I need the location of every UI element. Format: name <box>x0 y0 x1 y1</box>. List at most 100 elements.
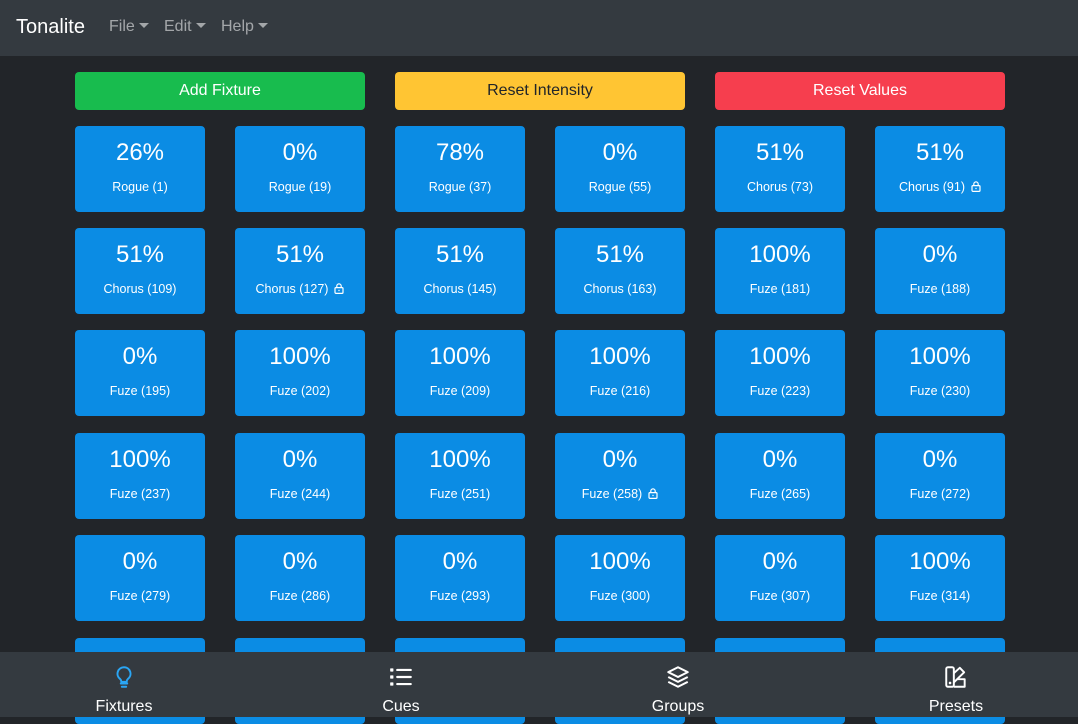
reset-values-button[interactable]: Reset Values <box>715 72 1005 110</box>
fixture-tile[interactable]: 0% Fuze (286) <box>235 535 365 621</box>
fixture-tile[interactable]: 0% Fuze (272) <box>875 433 1005 519</box>
fixture-tile[interactable]: 100% Fuze (230) <box>875 330 1005 416</box>
fixture-name: Fuze (230) <box>875 383 1005 399</box>
add-fixture-button[interactable]: Add Fixture <box>75 72 365 110</box>
fixture-name-label: Fuze (216) <box>589 384 651 398</box>
fixture-tile[interactable]: 100% Fuze (237) <box>75 433 205 519</box>
fixture-tile[interactable]: 100% Fuze (314) <box>875 535 1005 621</box>
fixture-tile[interactable]: 78% Rogue (37) <box>395 126 525 212</box>
fixture-intensity: 51% <box>595 241 645 268</box>
fixture-name: Fuze (244) <box>235 486 365 502</box>
fixture-tile[interactable]: 0% Rogue (55) <box>555 126 685 212</box>
fixture-tile[interactable]: 51% Chorus (73) <box>715 126 845 212</box>
fixture-name: Fuze (195) <box>75 383 205 399</box>
tab-cues-label: Cues <box>382 698 420 715</box>
fixture-tile[interactable]: 0% Fuze (279) <box>75 535 205 621</box>
tab-groups-label: Groups <box>651 698 705 715</box>
fixture-tile[interactable]: 51% Chorus (109) <box>75 228 205 314</box>
fixture-name-label: Chorus (127) <box>255 282 329 296</box>
lock-icon <box>971 180 981 196</box>
fixture-intensity: 0% <box>282 548 318 575</box>
reset-intensity-button[interactable]: Reset Intensity <box>395 72 685 110</box>
menu-file[interactable]: File <box>109 17 149 37</box>
fixture-tile[interactable]: 100% Fuze (223) <box>715 330 845 416</box>
fixture-name-label: Fuze (188) <box>909 282 971 296</box>
fixture-tile[interactable]: 0% Fuze (293) <box>395 535 525 621</box>
fixture-tile[interactable]: 0% Fuze (307) <box>715 535 845 621</box>
tab-presets-label: Presets <box>928 698 984 715</box>
fixture-name: Chorus (109) <box>75 281 205 297</box>
fixture-tile[interactable]: 0% Fuze (265) <box>715 433 845 519</box>
fixture-name: Rogue (1) <box>75 179 205 195</box>
fixture-intensity: 0% <box>762 548 798 575</box>
fixture-tile[interactable]: 100% Fuze (300) <box>555 535 685 621</box>
fixture-tile[interactable]: 51% Chorus (127) <box>235 228 365 314</box>
fixture-intensity: 0% <box>282 446 318 473</box>
fixture-name-label: Rogue (55) <box>588 180 652 194</box>
fixture-name: Fuze (216) <box>555 383 685 399</box>
fixture-tile[interactable]: 100% Fuze (209) <box>395 330 525 416</box>
fixture-tile[interactable]: 100% Fuze (181) <box>715 228 845 314</box>
fixture-tile[interactable]: 0% Fuze (188) <box>875 228 1005 314</box>
fixture-tile[interactable]: 0% Rogue (19) <box>235 126 365 212</box>
fixture-name-label: Fuze (286) <box>269 589 331 603</box>
menu-help-label: Help <box>221 18 254 35</box>
fixture-tile[interactable]: 100% Fuze (202) <box>235 330 365 416</box>
fixture-intensity: 0% <box>442 548 478 575</box>
tab-presets[interactable]: Presets <box>876 652 1036 717</box>
fixture-tile[interactable]: 26% Rogue (1) <box>75 126 205 212</box>
fixture-intensity: 26% <box>115 139 165 166</box>
fixture-name-label: Fuze (223) <box>749 384 811 398</box>
fixture-name: Fuze (314) <box>875 588 1005 604</box>
fixture-name: Fuze (251) <box>395 486 525 502</box>
fixture-intensity: 100% <box>589 548 651 575</box>
fixture-name-label: Fuze (279) <box>109 589 171 603</box>
app-title[interactable]: Tonalite <box>16 15 85 39</box>
fixture-name: Fuze (279) <box>75 588 205 604</box>
fixture-tile[interactable]: 0% Fuze (195) <box>75 330 205 416</box>
fixture-intensity: 51% <box>915 139 965 166</box>
fixture-tile[interactable]: 100% Fuze (251) <box>395 433 525 519</box>
fixture-tile[interactable]: 51% Chorus (163) <box>555 228 685 314</box>
menu-help[interactable]: Help <box>221 17 268 37</box>
lock-icon <box>334 282 345 298</box>
fixture-name: Fuze (300) <box>555 588 685 604</box>
fixture-name: Chorus (73) <box>715 179 845 195</box>
tab-fixtures[interactable]: Fixtures <box>44 652 204 717</box>
menu-edit-label: Edit <box>164 18 192 35</box>
fixture-tile[interactable]: 100% Fuze (216) <box>555 330 685 416</box>
fixture-name-label: Chorus (145) <box>423 282 497 296</box>
fixture-intensity: 0% <box>282 139 318 166</box>
fixture-name-label: Rogue (19) <box>268 180 332 194</box>
tab-cues[interactable]: Cues <box>321 652 481 717</box>
fixture-tile[interactable]: 0% Fuze (244) <box>235 433 365 519</box>
menu-edit[interactable]: Edit <box>164 17 206 37</box>
fixture-intensity: 100% <box>589 343 651 370</box>
fixture-name-label: Chorus (163) <box>583 282 657 296</box>
fixture-tile[interactable]: 0% Fuze (258) <box>555 433 685 519</box>
fixture-intensity: 100% <box>909 548 971 575</box>
fixture-name-label: Fuze (272) <box>909 487 971 501</box>
fixture-intensity: 0% <box>922 446 958 473</box>
fixture-name-label: Fuze (230) <box>909 384 971 398</box>
tab-fixtures-label: Fixtures <box>95 698 153 715</box>
fixture-tile[interactable]: 51% Chorus (145) <box>395 228 525 314</box>
fixture-intensity: 78% <box>435 139 485 166</box>
list-icon <box>321 664 481 690</box>
fixture-tile[interactable]: 51% Chorus (91) <box>875 126 1005 212</box>
fixture-name: Chorus (91) <box>875 179 1005 196</box>
fixture-name-label: Chorus (73) <box>747 180 813 194</box>
fixture-name-label: Rogue (1) <box>112 180 168 194</box>
fixture-name: Chorus (127) <box>235 281 365 298</box>
fixture-name-label: Fuze (195) <box>109 384 171 398</box>
menu-file-label: File <box>109 18 135 35</box>
fixture-name-label: Fuze (258) <box>581 487 643 501</box>
fixture-name: Chorus (145) <box>395 281 525 297</box>
caret-down-icon <box>138 23 149 28</box>
tab-groups[interactable]: Groups <box>598 652 758 717</box>
fixture-name: Fuze (272) <box>875 486 1005 502</box>
fixture-intensity: 0% <box>602 139 638 166</box>
fixture-name: Rogue (37) <box>395 179 525 195</box>
fixture-intensity: 0% <box>122 548 158 575</box>
fixture-name: Fuze (237) <box>75 486 205 502</box>
